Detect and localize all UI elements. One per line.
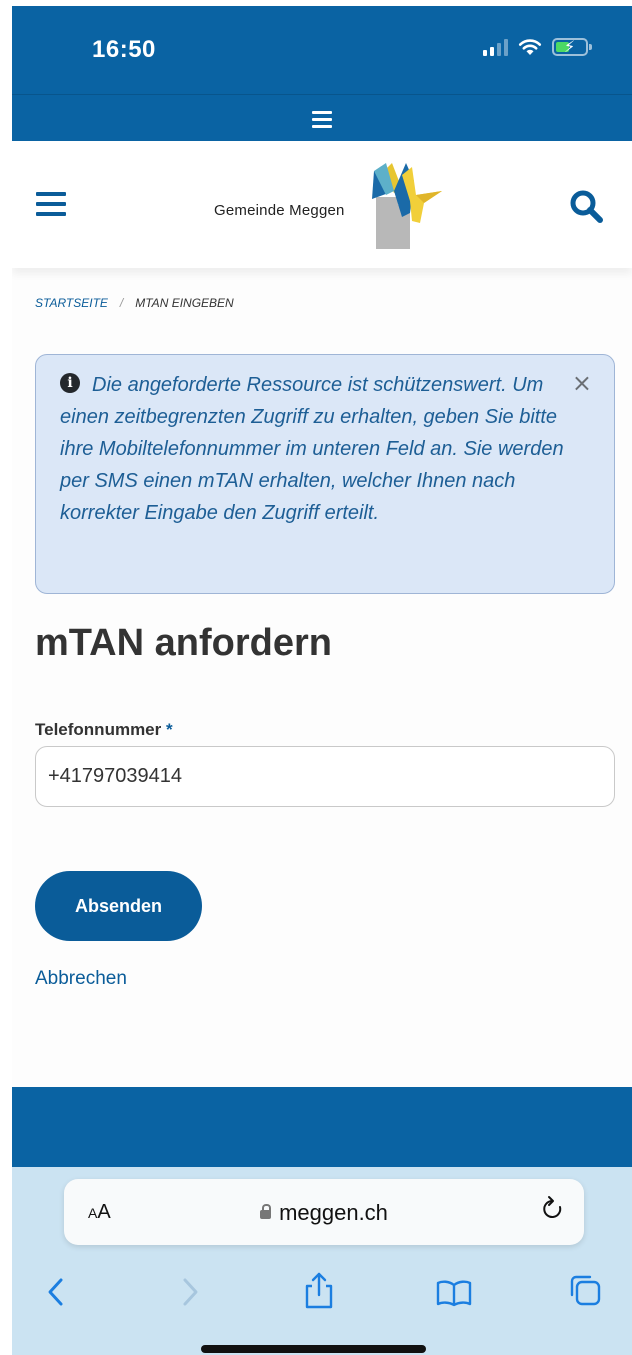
breadcrumb: Startseite / mTAN eingeben — [35, 296, 234, 310]
search-icon[interactable] — [569, 189, 603, 223]
breadcrumb-current: mTAN eingeben — [135, 296, 234, 310]
browser-toolbar: AA meggen.ch — [12, 1167, 632, 1355]
site-header: Gemeinde Meggen — [12, 141, 632, 268]
meggen-coat-of-arms-logo[interactable] — [372, 161, 448, 251]
share-icon[interactable] — [304, 1271, 334, 1309]
status-time: 16:50 — [92, 36, 156, 63]
hamburger-icon[interactable] — [36, 192, 66, 222]
info-alert: i × Die angeforderte Ressource ist schüt… — [35, 354, 615, 594]
cancel-link[interactable]: Abbrechen — [35, 968, 127, 990]
address-bar[interactable]: AA meggen.ch — [64, 1179, 584, 1245]
cellular-signal-icon — [483, 38, 508, 56]
submit-button[interactable]: Absenden — [35, 871, 202, 941]
phone-label-text: Telefonnummer — [35, 720, 162, 739]
status-icons: ⚡ — [483, 38, 592, 56]
home-indicator[interactable] — [201, 1345, 426, 1353]
battery-charging-icon: ⚡ — [552, 38, 592, 56]
wifi-icon — [518, 39, 542, 55]
logo-text[interactable]: Gemeinde Meggen — [214, 202, 345, 219]
top-menu-strip — [12, 94, 632, 141]
alert-message: Die angeforderte Ressource ist schützens… — [60, 374, 564, 524]
breadcrumb-separator: / — [119, 296, 124, 310]
close-icon[interactable]: × — [572, 369, 592, 397]
page-title: mTAN anfordern — [35, 622, 332, 664]
status-bar: 16:50 ⚡ — [12, 6, 632, 94]
phone-number-input[interactable] — [35, 746, 615, 807]
required-marker: * — [166, 720, 173, 739]
lock-icon — [260, 1204, 272, 1219]
breadcrumb-home-link[interactable]: Startseite — [35, 296, 108, 310]
forward-icon[interactable] — [180, 1277, 200, 1307]
tabs-icon[interactable] — [568, 1273, 602, 1307]
back-icon[interactable] — [46, 1277, 66, 1307]
url-display[interactable]: meggen.ch — [64, 1200, 584, 1226]
reload-icon[interactable] — [540, 1195, 566, 1225]
menu-toggle-icon[interactable] — [312, 111, 332, 132]
phone-field-label: Telefonnummer * — [35, 720, 173, 740]
site-footer — [12, 1087, 632, 1167]
phone-screen: 16:50 ⚡ Gemeinde Meggen STARTSEITE / MTA… — [12, 6, 632, 1355]
url-text: meggen.ch — [279, 1200, 388, 1225]
bookmarks-icon[interactable] — [436, 1279, 472, 1307]
